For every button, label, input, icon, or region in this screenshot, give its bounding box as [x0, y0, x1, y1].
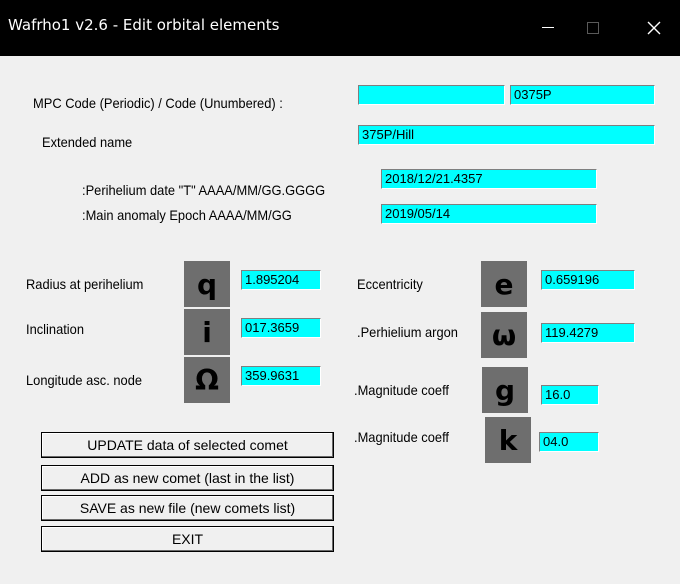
- omega-lower-symbol-icon: ω: [481, 312, 527, 358]
- magnitude-k-label: .Magnitude coeff: [354, 429, 450, 445]
- longitude-asc-node-label: Longitude asc. node: [26, 372, 143, 388]
- eccentricity-label: Eccentricity: [357, 276, 423, 292]
- exit-button[interactable]: EXIT: [41, 526, 334, 552]
- eccentricity-field[interactable]: 0.659196: [541, 270, 635, 290]
- close-icon[interactable]: [628, 0, 680, 56]
- perihelion-argument-field[interactable]: 119.4279: [541, 323, 635, 343]
- dialog-client-area: MPC Code (Periodic) / Code (Unumbered) :…: [8, 56, 680, 584]
- longitude-field[interactable]: 359.9631: [241, 366, 321, 386]
- omega-upper-symbol-icon: Ω: [184, 357, 230, 403]
- main-anomaly-label: :Main anomaly Epoch AAAA/MM/GG: [82, 207, 292, 223]
- extended-name-field[interactable]: 375P/Hill: [358, 125, 655, 145]
- perihelion-argument-label: .Perhielium argon: [357, 324, 458, 340]
- magnitude-g-label: .Magnitude coeff: [354, 382, 450, 398]
- perihelion-date-field[interactable]: 2018/12/21.4357: [381, 169, 597, 189]
- save-new-file-button[interactable]: SAVE as new file (new comets list): [41, 495, 334, 521]
- radius-perihelion-label: Radius at perihelium: [26, 276, 144, 292]
- inclination-label: Inclination: [26, 321, 85, 337]
- g-symbol-icon: g: [482, 367, 528, 413]
- e-symbol-icon: e: [481, 261, 527, 307]
- magnitude-g-field[interactable]: 16.0: [541, 385, 599, 405]
- inclination-field[interactable]: 017.3659: [241, 318, 321, 338]
- main-anomaly-field[interactable]: 2019/05/14: [381, 204, 597, 224]
- title-bar: Wafrho1 v2.6 - Edit orbital elements: [0, 0, 680, 56]
- magnitude-k-field[interactable]: 04.0: [539, 432, 599, 452]
- mpc-periodic-field[interactable]: [358, 85, 505, 105]
- q-symbol-icon: q: [184, 261, 230, 307]
- i-symbol-icon: i: [184, 309, 230, 355]
- update-comet-button[interactable]: UPDATE data of selected comet: [41, 432, 334, 458]
- extended-name-label: Extended name: [42, 134, 133, 150]
- radius-field[interactable]: 1.895204: [241, 270, 321, 290]
- k-symbol-icon: k: [485, 417, 531, 463]
- window-title: Wafrho1 v2.6 - Edit orbital elements: [8, 16, 280, 34]
- add-comet-button[interactable]: ADD as new comet (last in the list): [41, 465, 334, 491]
- perihelion-date-label: :Perihelium date "T" AAAA/MM/GG.GGGG: [82, 182, 326, 198]
- mpc-unnumbered-field[interactable]: 0375P: [510, 85, 655, 105]
- mpc-code-label: MPC Code (Periodic) / Code (Unumbered) :: [33, 95, 283, 111]
- maximize-icon[interactable]: [567, 0, 619, 56]
